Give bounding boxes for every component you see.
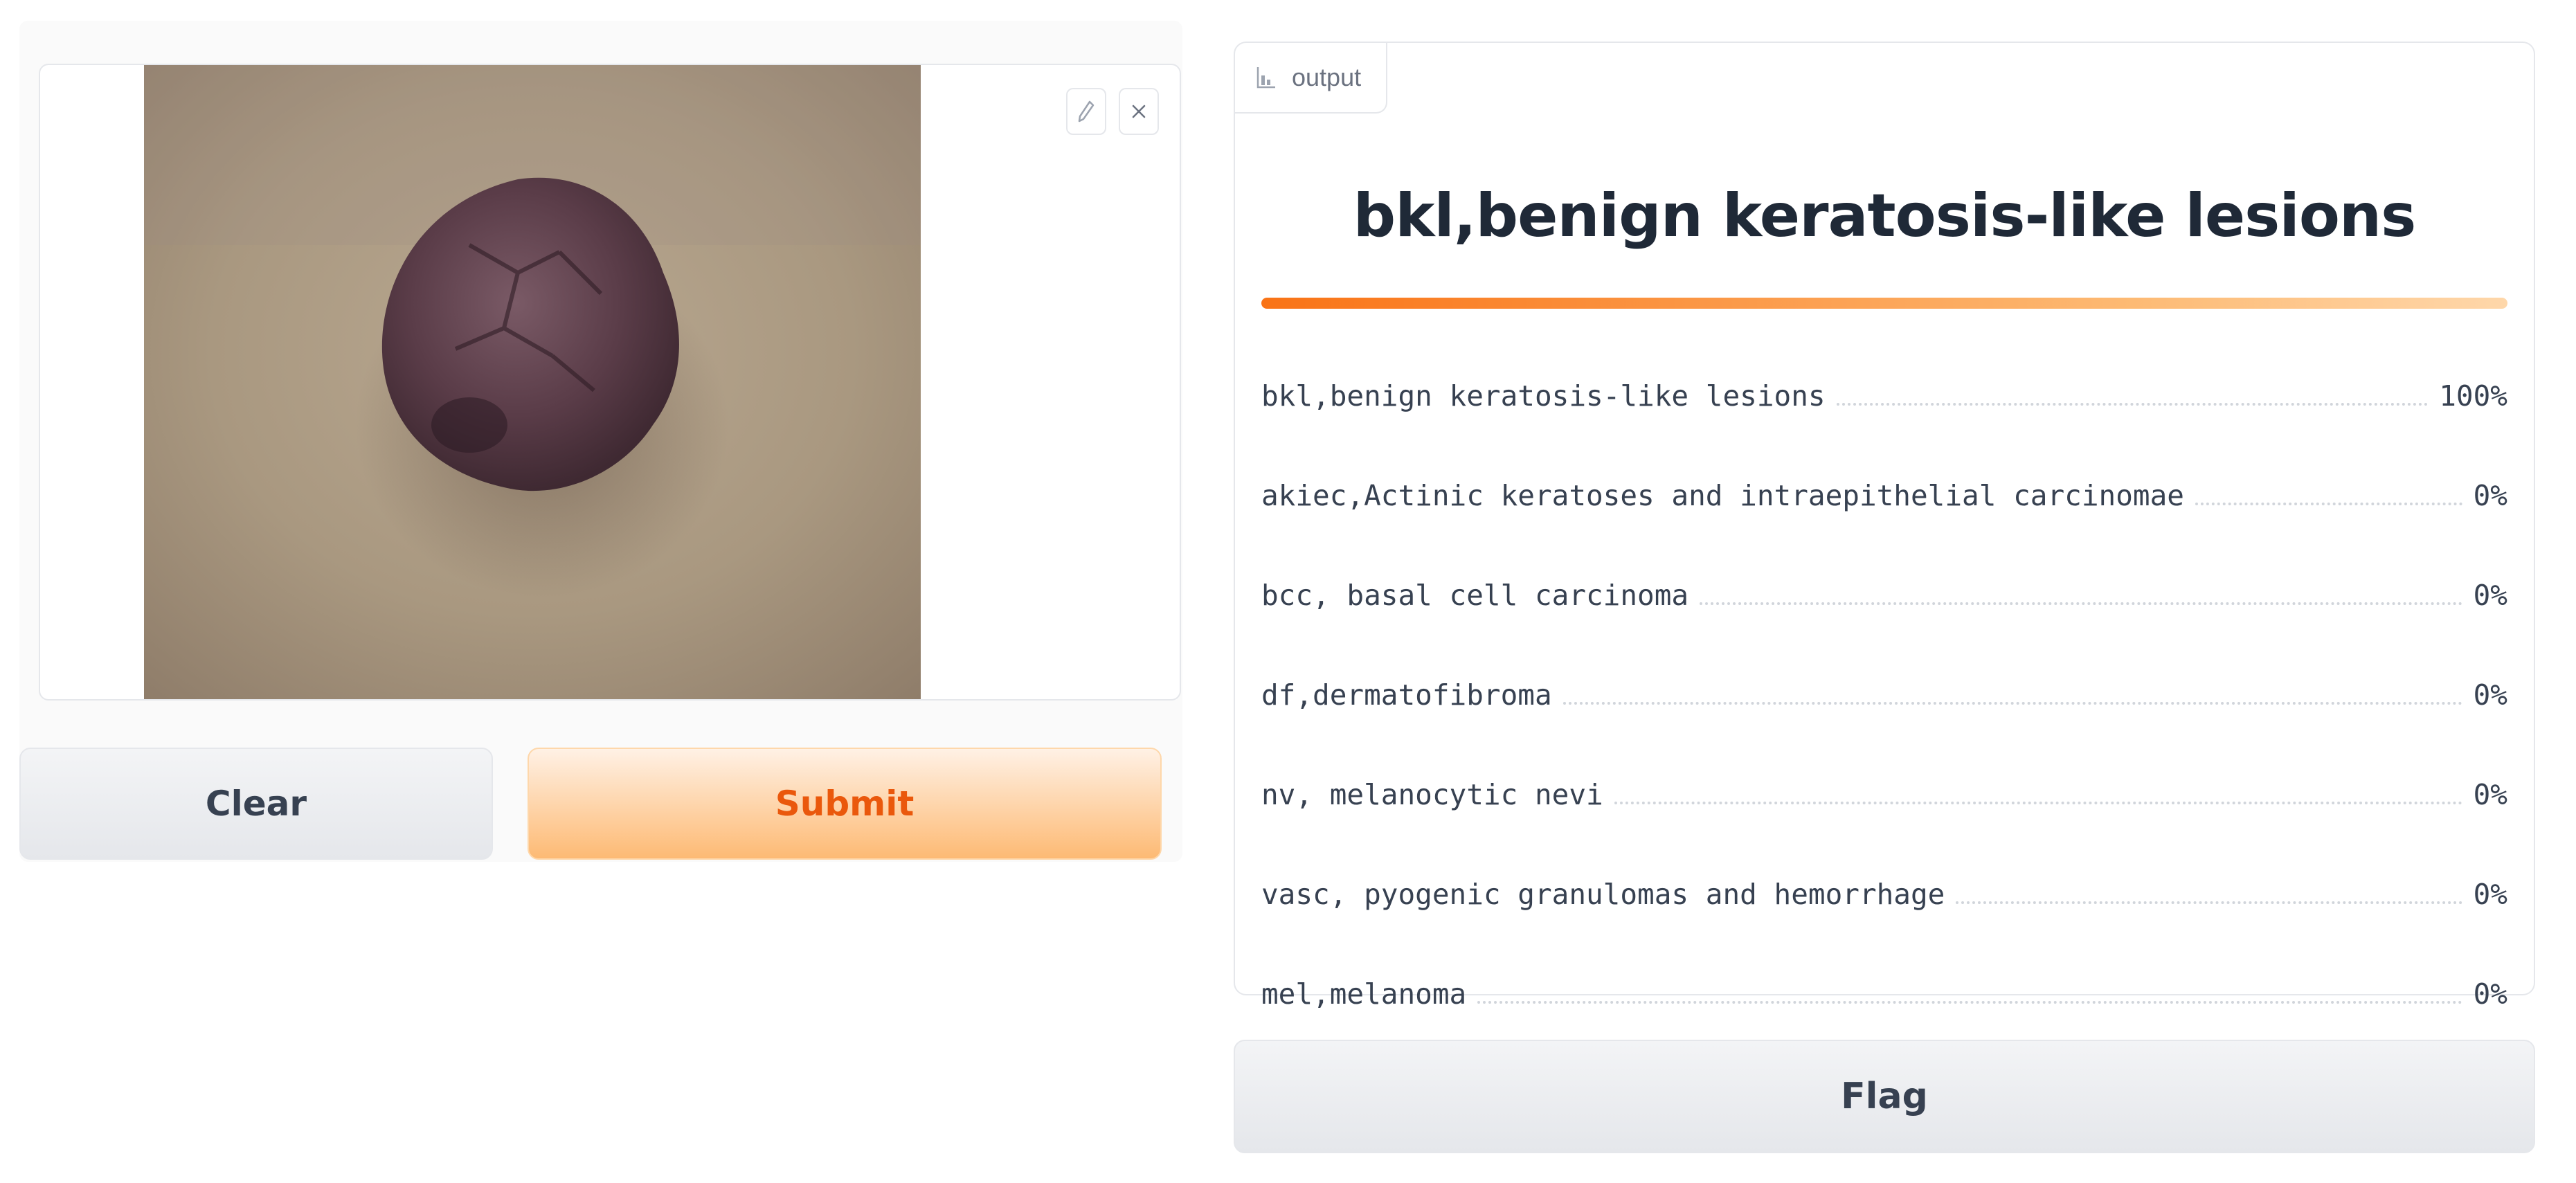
confidence-value: 0% <box>2473 678 2507 712</box>
output-tag: output <box>1235 43 1388 114</box>
dotted-leader <box>1562 702 2462 705</box>
confidence-bar-fill <box>1261 298 2507 309</box>
remove-image-button[interactable] <box>1119 88 1159 135</box>
clear-button[interactable]: Clear <box>19 748 493 860</box>
confidence-row: vasc, pyogenic granulomas and hemorrhage… <box>1261 811 2507 911</box>
uploaded-image <box>144 65 921 699</box>
confidence-row: akiec,Actinic keratoses and intraepithel… <box>1261 413 2507 512</box>
edit-image-button[interactable] <box>1066 88 1106 135</box>
submit-button[interactable]: Submit <box>528 748 1162 860</box>
dotted-leader <box>1836 403 2429 406</box>
confidence-label: bcc, basal cell carcinoma <box>1261 579 1689 612</box>
confidence-value: 0% <box>2473 479 2507 512</box>
confidence-value: 0% <box>2473 579 2507 612</box>
confidence-row: df,dermatofibroma 0% <box>1261 612 2507 712</box>
dotted-leader <box>1700 602 2462 605</box>
output-panel: output bkl,benign keratosis-like lesions… <box>1234 42 2535 1011</box>
confidence-row: bcc, basal cell carcinoma 0% <box>1261 512 2507 612</box>
predicted-label: bkl,benign keratosis-like lesions <box>1353 181 2417 251</box>
confidence-label: akiec,Actinic keratoses and intraepithel… <box>1261 479 2184 512</box>
confidence-label: bkl,benign keratosis-like lesions <box>1261 379 1826 413</box>
dotted-leader <box>2195 503 2462 505</box>
input-column: Clear Submit <box>19 21 1182 862</box>
flag-button[interactable]: Flag <box>1234 1040 2535 1153</box>
confidence-list: bkl,benign keratosis-like lesions 100% aki… <box>1261 341 2507 1011</box>
confidence-label: mel,melanoma <box>1261 977 1467 1011</box>
confidence-value: 0% <box>2473 977 2507 1011</box>
confidence-label: nv, melanocytic nevi <box>1261 778 1603 811</box>
confidence-row: mel,melanoma 0% <box>1261 911 2507 1011</box>
confidence-value: 100% <box>2439 379 2507 413</box>
dotted-leader <box>1477 1001 2462 1004</box>
dotted-leader <box>1956 901 2462 904</box>
confidence-row: bkl,benign keratosis-like lesions 100% <box>1261 341 2507 413</box>
confidence-bar <box>1261 298 2507 309</box>
chart-icon <box>1257 67 1275 89</box>
confidence-label: vasc, pyogenic granulomas and hemorrhage <box>1261 878 1945 911</box>
dotted-leader <box>1614 802 2462 804</box>
confidence-row: nv, melanocytic nevi 0% <box>1261 712 2507 811</box>
confidence-value: 0% <box>2473 878 2507 911</box>
confidence-value: 0% <box>2473 778 2507 811</box>
confidence-label: df,dermatofibroma <box>1261 678 1552 712</box>
output-tag-label: output <box>1292 63 1362 91</box>
image-upload-panel[interactable] <box>39 64 1181 701</box>
pencil-icon <box>1078 100 1095 123</box>
close-icon <box>1132 105 1146 118</box>
